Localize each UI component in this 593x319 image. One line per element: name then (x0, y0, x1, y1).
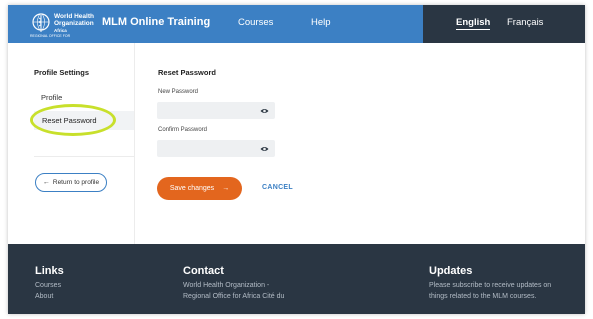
language-english[interactable]: English (456, 17, 491, 30)
arrow-right-icon: → (222, 185, 230, 192)
footer-link-about[interactable]: About (35, 291, 53, 302)
app-title[interactable]: MLM Online Training (102, 16, 210, 28)
nav-help[interactable]: Help (311, 17, 331, 28)
footer-updates-line1: Please subscribe to receive updates on (429, 282, 552, 289)
who-logo[interactable]: World Health Organization Africa REGIONA… (30, 11, 100, 38)
top-header: World Health Organization Africa REGIONA… (8, 5, 585, 43)
highlight-ring (30, 104, 116, 136)
cancel-button[interactable]: CANCEL (262, 184, 293, 191)
new-password-label: New Password (158, 89, 199, 95)
eye-icon[interactable] (260, 108, 269, 114)
new-password-field[interactable] (157, 102, 275, 119)
confirm-password-field[interactable] (157, 140, 275, 157)
logo-region: Africa (54, 28, 67, 33)
logo-org-line1: World Health (54, 13, 94, 20)
sidebar-item-profile[interactable]: Profile (41, 93, 62, 102)
nav-courses[interactable]: Courses (238, 17, 273, 28)
header-language-bar (423, 5, 585, 43)
save-changes-label: Save changes (169, 185, 215, 192)
confirm-password-label: Confirm Password (158, 127, 208, 133)
sidebar-heading: Profile Settings (34, 68, 90, 77)
arrow-left-icon: ← (42, 179, 50, 186)
footer-contact-line1: World Health Organization - (183, 282, 270, 289)
page-title: Reset Password (158, 68, 216, 77)
footer-contact-heading: Contact (183, 265, 224, 277)
page-footer: Links Courses About Contact World Health… (8, 244, 585, 314)
sidebar-divider (34, 156, 134, 157)
footer-updates-heading: Updates (429, 265, 473, 277)
logo-org-line2: Organization (54, 20, 94, 27)
browser-frame: World Health Organization Africa REGIONA… (8, 5, 585, 314)
footer-contact-line2: Regional Office for Africa Cité du (183, 293, 285, 300)
save-changes-button[interactable]: Save changes → (157, 177, 242, 200)
eye-icon[interactable] (260, 146, 269, 152)
return-to-profile-label: Return to profile (52, 179, 100, 186)
language-french[interactable]: Français (507, 17, 543, 28)
profile-sidebar: Profile Settings Profile Reset Password … (8, 43, 135, 244)
footer-links-heading: Links (35, 265, 64, 277)
who-emblem-icon (32, 13, 50, 32)
logo-subtitle: REGIONAL OFFICE FOR (30, 34, 71, 38)
footer-updates-line2: things related to the MLM courses. (429, 293, 537, 300)
footer-link-courses[interactable]: Courses (35, 280, 61, 291)
return-to-profile-button[interactable]: ← Return to profile (35, 173, 107, 192)
